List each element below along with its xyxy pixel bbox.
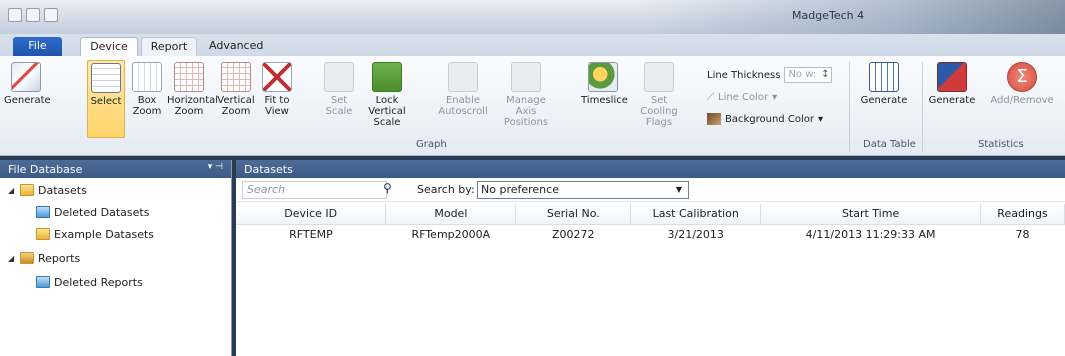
tree-item-example-datasets[interactable]: Example Datasets bbox=[36, 224, 154, 244]
background-color-button[interactable]: Background Color ▾ bbox=[707, 108, 832, 130]
set-scale-button[interactable]: Set Scale bbox=[323, 60, 355, 138]
add-remove-statistics-button[interactable]: Σ Add/Remove bbox=[987, 60, 1057, 138]
box-zoom-button[interactable]: Box Zoom bbox=[130, 60, 164, 138]
timeslice-icon bbox=[588, 62, 618, 92]
cell-serial-no: Z00272 bbox=[552, 227, 595, 241]
axis-icon bbox=[511, 62, 541, 92]
column-header-readings[interactable]: Readings bbox=[980, 204, 1065, 225]
chevron-down-icon: ▾ bbox=[817, 113, 823, 125]
fit-to-view-button[interactable]: Fit to View bbox=[258, 60, 296, 138]
graph-style-commands: Line Thickness No w: ⟋ Line Color ▾ Back… bbox=[707, 64, 833, 130]
statistics-group-label: Statistics bbox=[978, 139, 1024, 150]
group-separator bbox=[922, 62, 923, 152]
lock-vertical-scale-button[interactable]: Lock Vertical Scale bbox=[362, 60, 412, 138]
search-by-select[interactable]: No preference ▼ bbox=[477, 181, 689, 199]
pin-icon[interactable]: ▾ ⊣ bbox=[208, 162, 223, 172]
search-icon[interactable]: ⚲ bbox=[383, 181, 392, 195]
file-database-header: File Database ▾ ⊣ bbox=[0, 160, 231, 178]
folder-icon bbox=[20, 184, 34, 196]
table-header-row: Device ID Model Serial No. Last Calibrat… bbox=[236, 204, 1065, 225]
paint-brush-icon bbox=[707, 113, 721, 125]
select-icon bbox=[91, 63, 121, 93]
vertical-zoom-button[interactable]: Vertical Zoom bbox=[216, 60, 256, 138]
generate-graph-icon bbox=[11, 62, 41, 92]
recycle-bin-icon bbox=[36, 276, 50, 288]
search-by-label: Search by: bbox=[417, 183, 475, 196]
tree-item-deleted-reports[interactable]: Deleted Reports bbox=[36, 272, 143, 292]
vertical-zoom-icon bbox=[221, 62, 251, 92]
collapse-icon[interactable]: ◢ bbox=[8, 186, 16, 195]
horizontal-zoom-button[interactable]: Horizontal Zoom bbox=[167, 60, 218, 138]
search-toolbar: Search ⚲ Search by: No preference ▼ bbox=[236, 178, 1065, 202]
folder-icon bbox=[36, 228, 50, 240]
save-icon[interactable] bbox=[26, 8, 40, 22]
cell-model: RFTemp2000A bbox=[411, 227, 491, 241]
data-table-icon bbox=[869, 62, 899, 92]
box-zoom-icon bbox=[132, 62, 162, 92]
table-row[interactable]: RFTEMP RFTemp2000A Z00272 3/21/2013 4/11… bbox=[236, 224, 1065, 244]
tab-report[interactable]: Report bbox=[141, 37, 197, 56]
cell-readings: 78 bbox=[1015, 227, 1030, 241]
data-table-group-label: Data Table bbox=[863, 139, 916, 150]
autoscroll-icon bbox=[448, 62, 478, 92]
enable-autoscroll-button[interactable]: Enable Autoscroll bbox=[438, 60, 488, 138]
line-thickness-label: Line Thickness bbox=[707, 69, 781, 81]
statistics-generate-button[interactable]: Generate bbox=[928, 60, 976, 138]
tree-item-datasets[interactable]: ◢ Datasets bbox=[8, 180, 87, 200]
tree-item-deleted-datasets[interactable]: Deleted Datasets bbox=[36, 202, 149, 222]
recycle-bin-icon bbox=[36, 206, 50, 218]
lock-vertical-scale-icon bbox=[372, 62, 402, 92]
group-separator bbox=[849, 62, 850, 152]
column-header-model[interactable]: Model bbox=[385, 204, 517, 225]
ribbon: Generate Select Box Zoom Horizontal Zoom… bbox=[0, 56, 1065, 156]
data-table-generate-button[interactable]: Generate bbox=[860, 60, 908, 138]
select-button[interactable]: Select bbox=[87, 60, 125, 138]
title-bar: MadgeTech 4 bbox=[0, 0, 1065, 34]
column-header-device-id[interactable]: Device ID bbox=[236, 204, 387, 225]
quick-access-toolbar bbox=[8, 8, 58, 22]
tab-device[interactable]: Device bbox=[80, 37, 138, 56]
generate-graph-button[interactable]: Generate bbox=[4, 60, 51, 138]
window-title: MadgeTech 4 bbox=[792, 9, 865, 22]
sigma-icon: Σ bbox=[1007, 62, 1037, 92]
tab-advanced[interactable]: Advanced bbox=[201, 37, 271, 56]
file-database-pane: File Database ▾ ⊣ ◢ Datasets Deleted Dat… bbox=[0, 160, 232, 356]
graph-group-label: Graph bbox=[416, 139, 447, 150]
line-thickness-spinner[interactable]: No w: bbox=[784, 67, 833, 83]
reports-folder-icon bbox=[20, 252, 34, 264]
horizontal-zoom-icon bbox=[174, 62, 204, 92]
chevron-down-icon: ▼ bbox=[675, 185, 682, 194]
datasets-table: Device ID Model Serial No. Last Calibrat… bbox=[236, 204, 1065, 244]
cell-device-id: RFTEMP bbox=[289, 227, 333, 241]
search-input[interactable]: Search bbox=[242, 181, 387, 199]
line-color-button[interactable]: ⟋ Line Color ▾ bbox=[707, 86, 832, 108]
app-menu-icon[interactable] bbox=[8, 8, 22, 22]
datasets-pane: Datasets Search ⚲ Search by: No preferen… bbox=[236, 160, 1065, 356]
ribbon-tabs: File Device Report Advanced bbox=[0, 34, 1065, 56]
tab-file[interactable]: File bbox=[13, 37, 62, 56]
set-cooling-flags-button[interactable]: Set Cooling Flags bbox=[633, 60, 685, 138]
cell-last-calibration: 3/21/2013 bbox=[667, 227, 724, 241]
statistics-icon bbox=[937, 62, 967, 92]
collapse-icon[interactable]: ◢ bbox=[8, 254, 16, 263]
manage-axis-positions-button[interactable]: Manage Axis Positions bbox=[499, 60, 553, 138]
fit-to-view-icon bbox=[262, 62, 292, 92]
cooling-flags-icon bbox=[644, 62, 674, 92]
column-header-start-time[interactable]: Start Time bbox=[760, 204, 981, 225]
timeslice-button[interactable]: Timeslice bbox=[581, 60, 628, 138]
column-header-serial-no[interactable]: Serial No. bbox=[515, 204, 632, 225]
undo-icon[interactable] bbox=[44, 8, 58, 22]
column-header-last-calibration[interactable]: Last Calibration bbox=[630, 204, 762, 225]
line-icon: ⟋ bbox=[707, 91, 714, 103]
set-scale-icon bbox=[324, 62, 354, 92]
chevron-down-icon: ▾ bbox=[772, 91, 778, 103]
tree-item-reports[interactable]: ◢ Reports bbox=[8, 248, 80, 268]
cell-start-time: 4/11/2013 11:29:33 AM bbox=[805, 227, 936, 241]
datasets-header: Datasets bbox=[236, 160, 1065, 178]
